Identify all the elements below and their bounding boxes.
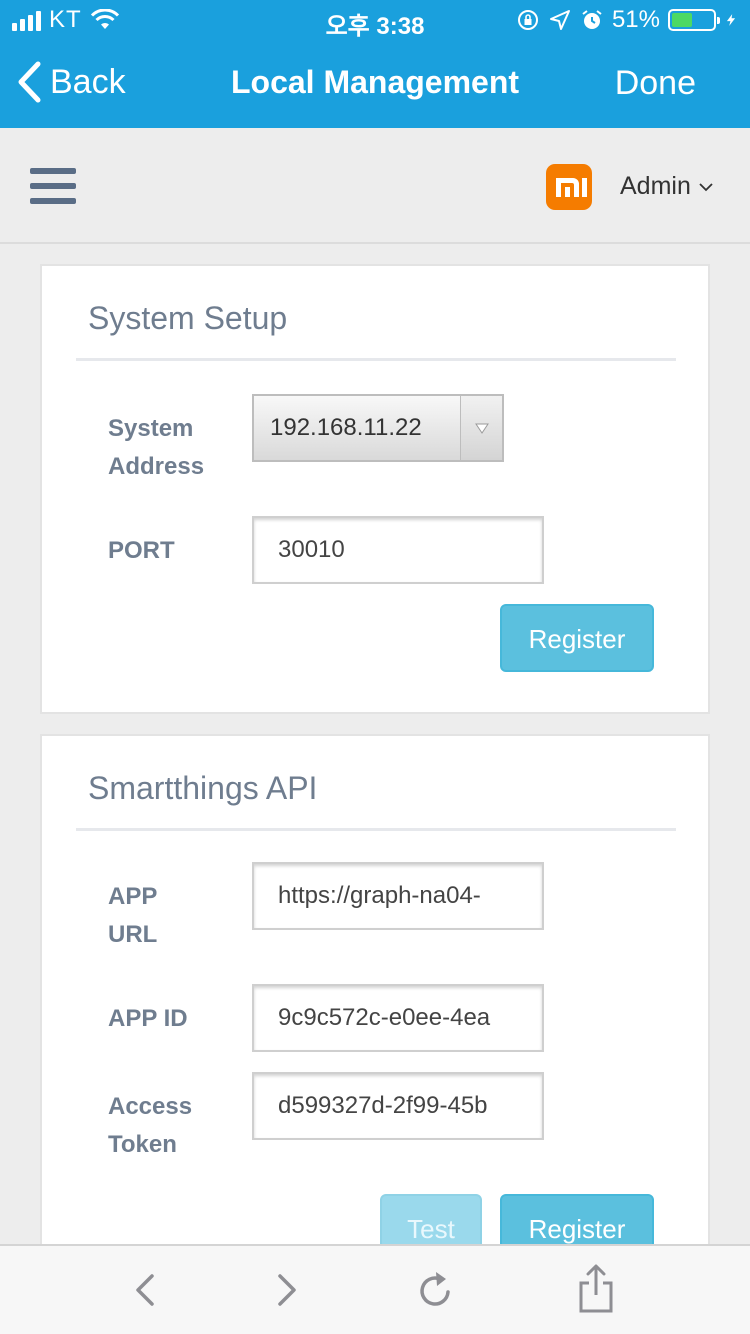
status-bar: KT 오후 3:38 51%	[0, 0, 750, 40]
divider	[76, 828, 676, 831]
system-address-select[interactable]: 192.168.11.22	[252, 394, 504, 462]
access-token-label: Access Token	[108, 1093, 193, 1158]
smartthings-register-button[interactable]: Register	[500, 1194, 654, 1244]
chevron-down-icon	[699, 182, 713, 191]
app-id-input[interactable]: 9c9c572c-e0ee-4ea	[252, 984, 544, 1052]
system-address-value: 192.168.11.22	[270, 414, 422, 441]
browser-toolbar	[0, 1244, 750, 1334]
dropdown-arrow-icon	[460, 396, 502, 460]
forward-arrow-icon[interactable]	[272, 1268, 302, 1312]
reload-icon[interactable]	[414, 1268, 458, 1312]
web-header: Admin	[0, 128, 750, 244]
system-register-button[interactable]: Register	[500, 604, 654, 672]
mi-logo-icon	[546, 164, 592, 210]
port-input[interactable]: 30010	[252, 516, 544, 584]
navigation-bar: Back Local Management Done	[0, 40, 750, 128]
done-button[interactable]: Done	[615, 64, 696, 103]
status-right: 51%	[516, 6, 738, 34]
divider	[76, 358, 676, 361]
app-url-label: APP URL	[108, 883, 158, 948]
panel-title: Smartthings API	[88, 770, 318, 806]
back-arrow-icon[interactable]	[130, 1268, 160, 1312]
smartthings-api-panel: Smartthings API APP URL https://graph-na…	[40, 734, 710, 1244]
share-icon[interactable]	[576, 1262, 616, 1314]
user-name: Admin	[620, 172, 691, 200]
panel-title: System Setup	[88, 300, 288, 336]
app-id-label: APP ID	[108, 1005, 188, 1032]
system-setup-panel: System Setup System Address 192.168.11.2…	[40, 264, 710, 714]
orientation-lock-icon	[517, 10, 538, 30]
alarm-icon	[582, 10, 602, 29]
battery-percent: 51%	[611, 6, 660, 33]
app-url-input[interactable]: https://graph-na04-	[252, 862, 544, 930]
access-token-input[interactable]: d599327d-2f99-45b	[252, 1072, 544, 1140]
battery-icon	[668, 9, 720, 31]
location-icon	[549, 10, 570, 30]
system-address-label: System Address	[108, 415, 205, 480]
charging-bolt-icon	[726, 14, 736, 26]
test-button[interactable]: Test	[380, 1194, 482, 1244]
app-screen: KT 오후 3:38 51% Back Local Management Don…	[0, 0, 750, 1334]
port-label: PORT	[108, 537, 175, 564]
hamburger-menu-icon[interactable]	[30, 168, 76, 204]
page-content[interactable]: System Setup System Address 192.168.11.2…	[0, 244, 750, 1244]
user-menu[interactable]: Admin	[620, 172, 713, 201]
